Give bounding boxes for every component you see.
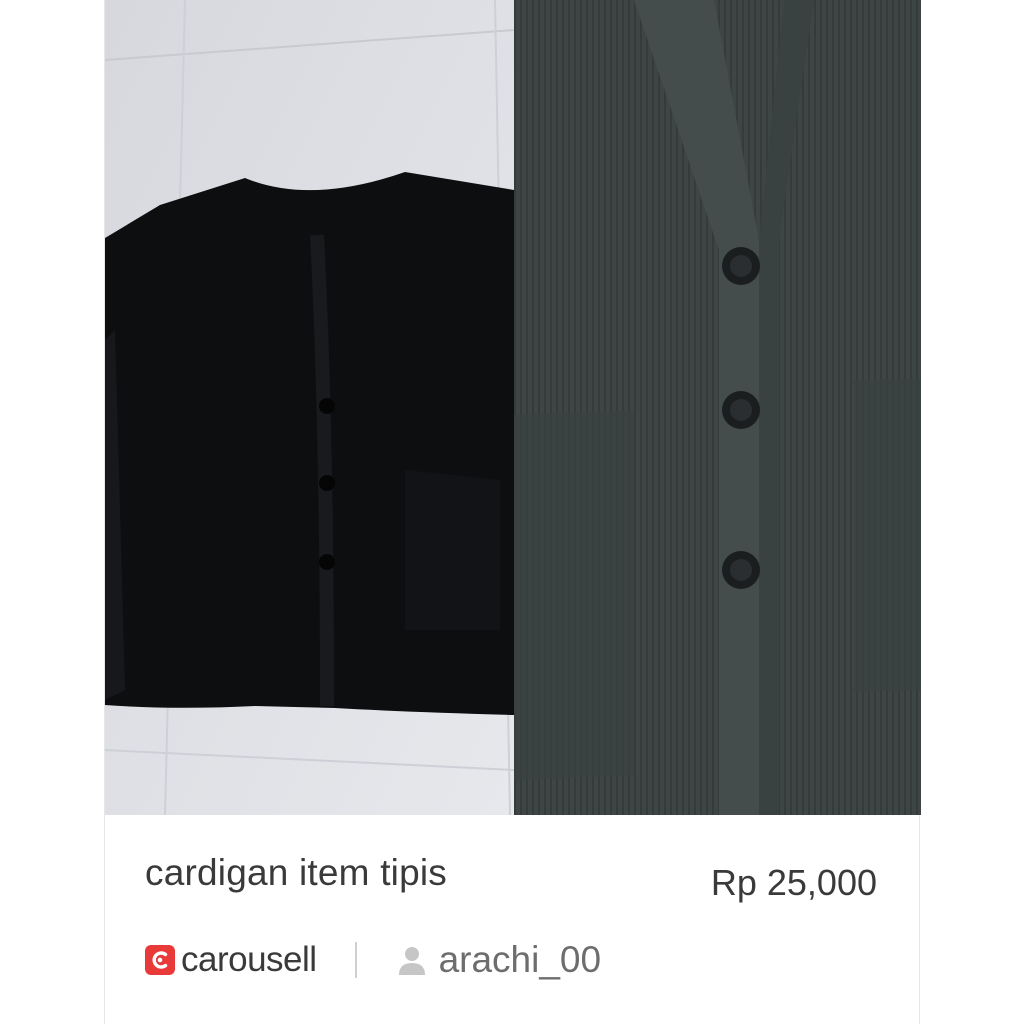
page: cardigan item tipis Rp 25,000 carousell (0, 0, 1024, 1024)
carousell-logo[interactable]: carousell (145, 940, 317, 980)
listing-card[interactable]: cardigan item tipis Rp 25,000 carousell (104, 0, 921, 1024)
user-icon (398, 947, 425, 975)
carousell-logo-icon (145, 945, 175, 975)
carousell-wordmark: carousell (181, 940, 317, 979)
photo-full-view[interactable] (105, 0, 514, 815)
listing-title[interactable]: cardigan item tipis (145, 852, 447, 894)
cardigan-closeup-image (514, 0, 921, 815)
listing-photos[interactable] (105, 0, 921, 815)
listing-price: Rp 25,000 (710, 862, 877, 903)
photo-closeup-view[interactable] (514, 0, 921, 815)
listing-footer: carousell arachi_00 (145, 930, 601, 990)
seller-info[interactable]: arachi_00 (395, 939, 602, 981)
seller-username[interactable]: arachi_00 (439, 939, 602, 981)
cardigan-photo-image (105, 0, 514, 815)
footer-divider (354, 942, 357, 978)
